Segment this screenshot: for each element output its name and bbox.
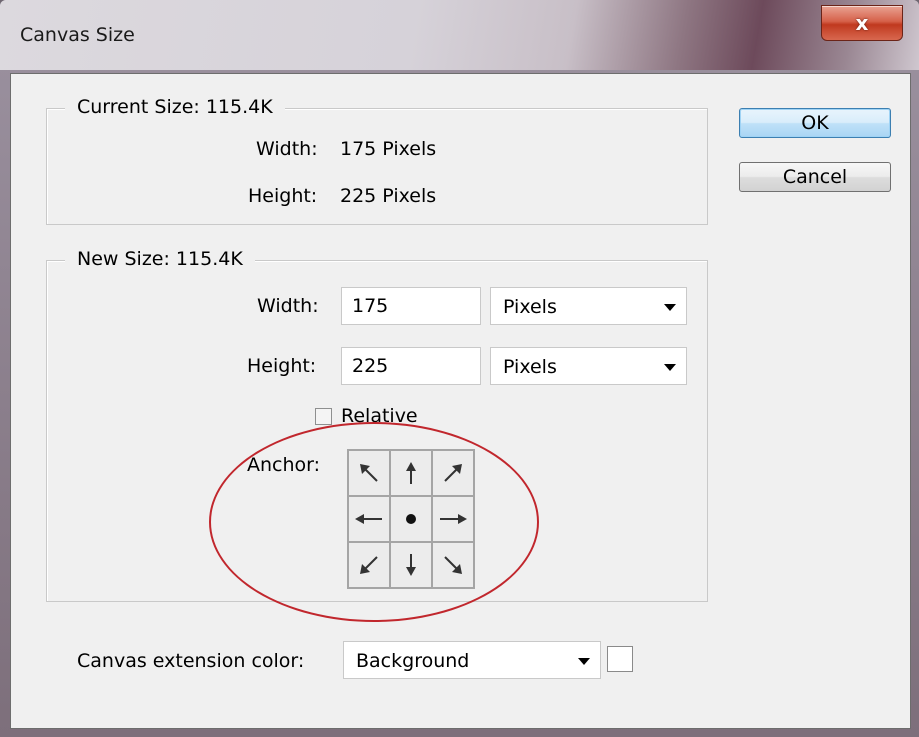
chevron-down-icon [664,304,676,311]
current-size-group: Current Size: 115.4K Width: 175 Pixels H… [46,96,708,225]
anchor-grid [347,449,475,589]
anchor-left[interactable] [348,496,390,542]
height-input[interactable]: 225 [341,347,481,385]
anchor-label: Anchor: [247,454,321,476]
arrow-down-icon [406,554,416,576]
dialog-body: Current Size: 115.4K Width: 175 Pixels H… [10,73,911,729]
ok-button[interactable]: OK [739,108,891,138]
extension-color-label: Canvas extension color: [77,650,305,672]
arrow-down-left-icon [360,556,378,574]
dialog-title: Canvas Size [20,24,135,46]
arrow-up-icon [406,462,416,484]
height-unit-select[interactable]: Pixels [490,347,687,385]
extension-color-select[interactable]: Background [343,641,601,679]
anchor-top-left[interactable] [348,450,390,496]
arrow-up-left-icon [360,464,378,482]
anchor-top-right[interactable] [432,450,474,496]
arrow-up-right-icon [444,464,462,482]
anchor-center-dot-icon [406,514,416,524]
new-width-label: Width: [257,295,319,317]
relative-label[interactable]: Relative [341,405,418,427]
new-size-legend: New Size: 115.4K [65,248,255,270]
current-width-value: 175 Pixels [340,138,437,160]
current-width-label: Width: [256,138,318,160]
new-height-label: Height: [247,355,317,377]
width-input[interactable]: 175 [341,287,481,325]
dialog-window: Canvas Size x Current Size: 115.4K Width… [0,0,919,737]
anchor-right[interactable] [432,496,474,542]
anchor-bottom-left[interactable] [348,542,390,588]
anchor-center[interactable] [390,496,432,542]
anchor-top[interactable] [390,450,432,496]
title-bar[interactable]: Canvas Size x [0,0,919,70]
anchor-bottom-right[interactable] [432,542,474,588]
chevron-down-icon [578,658,590,665]
current-height-label: Height: [248,185,318,207]
chevron-down-icon [664,364,676,371]
width-unit-value: Pixels [503,296,557,318]
cancel-button[interactable]: Cancel [739,162,891,192]
anchor-bottom[interactable] [390,542,432,588]
relative-checkbox[interactable] [315,408,332,425]
arrow-right-icon [440,514,467,524]
close-button[interactable]: x [821,5,903,41]
extension-color-value: Background [356,650,470,672]
width-unit-select[interactable]: Pixels [490,287,687,325]
current-height-value: 225 Pixels [340,185,437,207]
close-icon: x [855,11,869,35]
extension-color-swatch[interactable] [607,646,633,672]
arrow-down-right-icon [444,556,462,574]
height-unit-value: Pixels [503,356,557,378]
arrow-left-icon [355,514,382,524]
current-size-legend: Current Size: 115.4K [65,96,285,118]
